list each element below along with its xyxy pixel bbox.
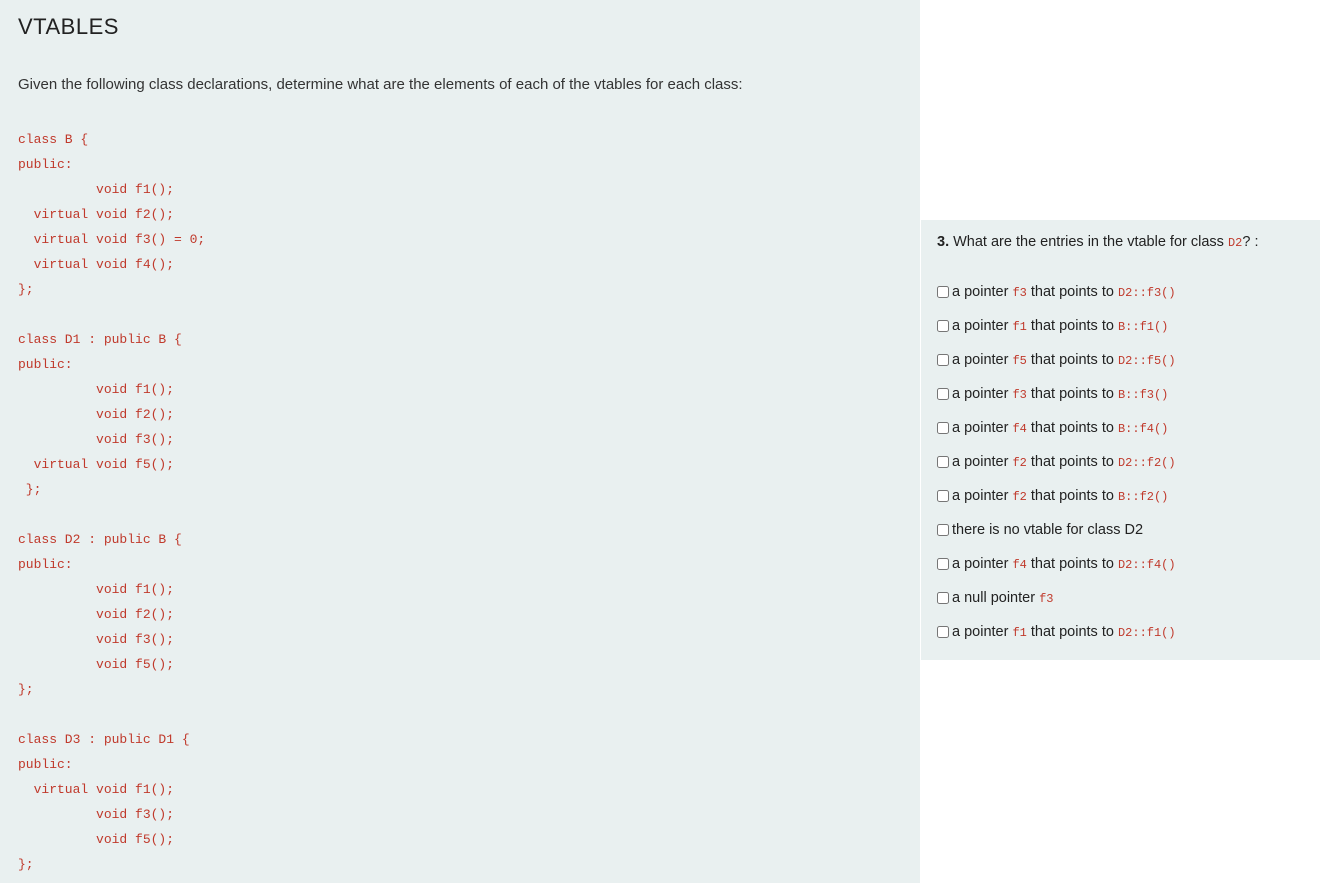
option-checkbox[interactable] (937, 558, 949, 570)
option-code: D2::f4() (1118, 558, 1176, 572)
option-code: f5 (1012, 354, 1026, 368)
option-code: D2::f2() (1118, 456, 1176, 470)
option-code: D2::f1() (1118, 626, 1176, 640)
option-checkbox[interactable] (937, 592, 949, 604)
option-row[interactable]: a pointer f2 that points to B::f2() (937, 488, 1304, 504)
option-code: f4 (1012, 558, 1026, 572)
option-checkbox[interactable] (937, 354, 949, 366)
option-label: a pointer f4 that points to D2::f4() (952, 556, 1176, 572)
question-number: 3. (937, 234, 949, 250)
code-block: class B { public: void f1(); virtual voi… (18, 127, 902, 877)
option-code: D2::f5() (1118, 354, 1176, 368)
option-checkbox[interactable] (937, 524, 949, 536)
option-code: B::f4() (1118, 422, 1168, 436)
option-code: B::f1() (1118, 320, 1168, 334)
problem-intro: Given the following class declarations, … (18, 76, 902, 93)
option-code: f3 (1012, 388, 1026, 402)
option-code: f2 (1012, 490, 1026, 504)
option-row[interactable]: a pointer f2 that points to D2::f2() (937, 454, 1304, 470)
option-row[interactable]: a pointer f4 that points to D2::f4() (937, 556, 1304, 572)
option-code: B::f3() (1118, 388, 1168, 402)
option-row[interactable]: a pointer f1 that points to D2::f1() (937, 624, 1304, 640)
question-box: 3. What are the entries in the vtable fo… (921, 220, 1320, 660)
option-label: a pointer f4 that points to B::f4() (952, 420, 1168, 436)
question-class-code: D2 (1228, 236, 1242, 250)
option-checkbox[interactable] (937, 456, 949, 468)
option-row[interactable]: a null pointer f3 (937, 590, 1304, 606)
option-row[interactable]: there is no vtable for class D2 (937, 522, 1304, 538)
option-label: a null pointer f3 (952, 590, 1053, 606)
option-code: f2 (1012, 456, 1026, 470)
option-label: a pointer f2 that points to D2::f2() (952, 454, 1176, 470)
question-title: 3. What are the entries in the vtable fo… (937, 234, 1304, 250)
option-row[interactable]: a pointer f5 that points to D2::f5() (937, 352, 1304, 368)
option-code: f4 (1012, 422, 1026, 436)
option-label: a pointer f3 that points to B::f3() (952, 386, 1168, 402)
option-row[interactable]: a pointer f4 that points to B::f4() (937, 420, 1304, 436)
option-label: a pointer f3 that points to D2::f3() (952, 284, 1176, 300)
option-row[interactable]: a pointer f1 that points to B::f1() (937, 318, 1304, 334)
page-root: VTABLES Given the following class declar… (0, 0, 1320, 883)
option-checkbox[interactable] (937, 626, 949, 638)
option-label: a pointer f5 that points to D2::f5() (952, 352, 1176, 368)
options-list: a pointer f3 that points to D2::f3()a po… (937, 284, 1304, 640)
option-checkbox[interactable] (937, 286, 949, 298)
option-row[interactable]: a pointer f3 that points to B::f3() (937, 386, 1304, 402)
question-text-after: ? : (1242, 234, 1258, 250)
option-code: B::f2() (1118, 490, 1168, 504)
answer-panel: 3. What are the entries in the vtable fo… (920, 0, 1320, 883)
option-code: f3 (1012, 286, 1026, 300)
option-code: f3 (1039, 592, 1053, 606)
option-label: there is no vtable for class D2 (952, 522, 1143, 538)
option-label: a pointer f1 that points to B::f1() (952, 318, 1168, 334)
option-label: a pointer f2 that points to B::f2() (952, 488, 1168, 504)
option-checkbox[interactable] (937, 490, 949, 502)
option-code: f1 (1012, 320, 1026, 334)
question-text-before: What are the entries in the vtable for c… (949, 234, 1228, 250)
option-checkbox[interactable] (937, 422, 949, 434)
option-label: a pointer f1 that points to D2::f1() (952, 624, 1176, 640)
option-code: D2::f3() (1118, 286, 1176, 300)
option-row[interactable]: a pointer f3 that points to D2::f3() (937, 284, 1304, 300)
page-title: VTABLES (18, 14, 902, 40)
option-checkbox[interactable] (937, 320, 949, 332)
option-checkbox[interactable] (937, 388, 949, 400)
option-code: f1 (1012, 626, 1026, 640)
problem-panel: VTABLES Given the following class declar… (0, 0, 920, 883)
